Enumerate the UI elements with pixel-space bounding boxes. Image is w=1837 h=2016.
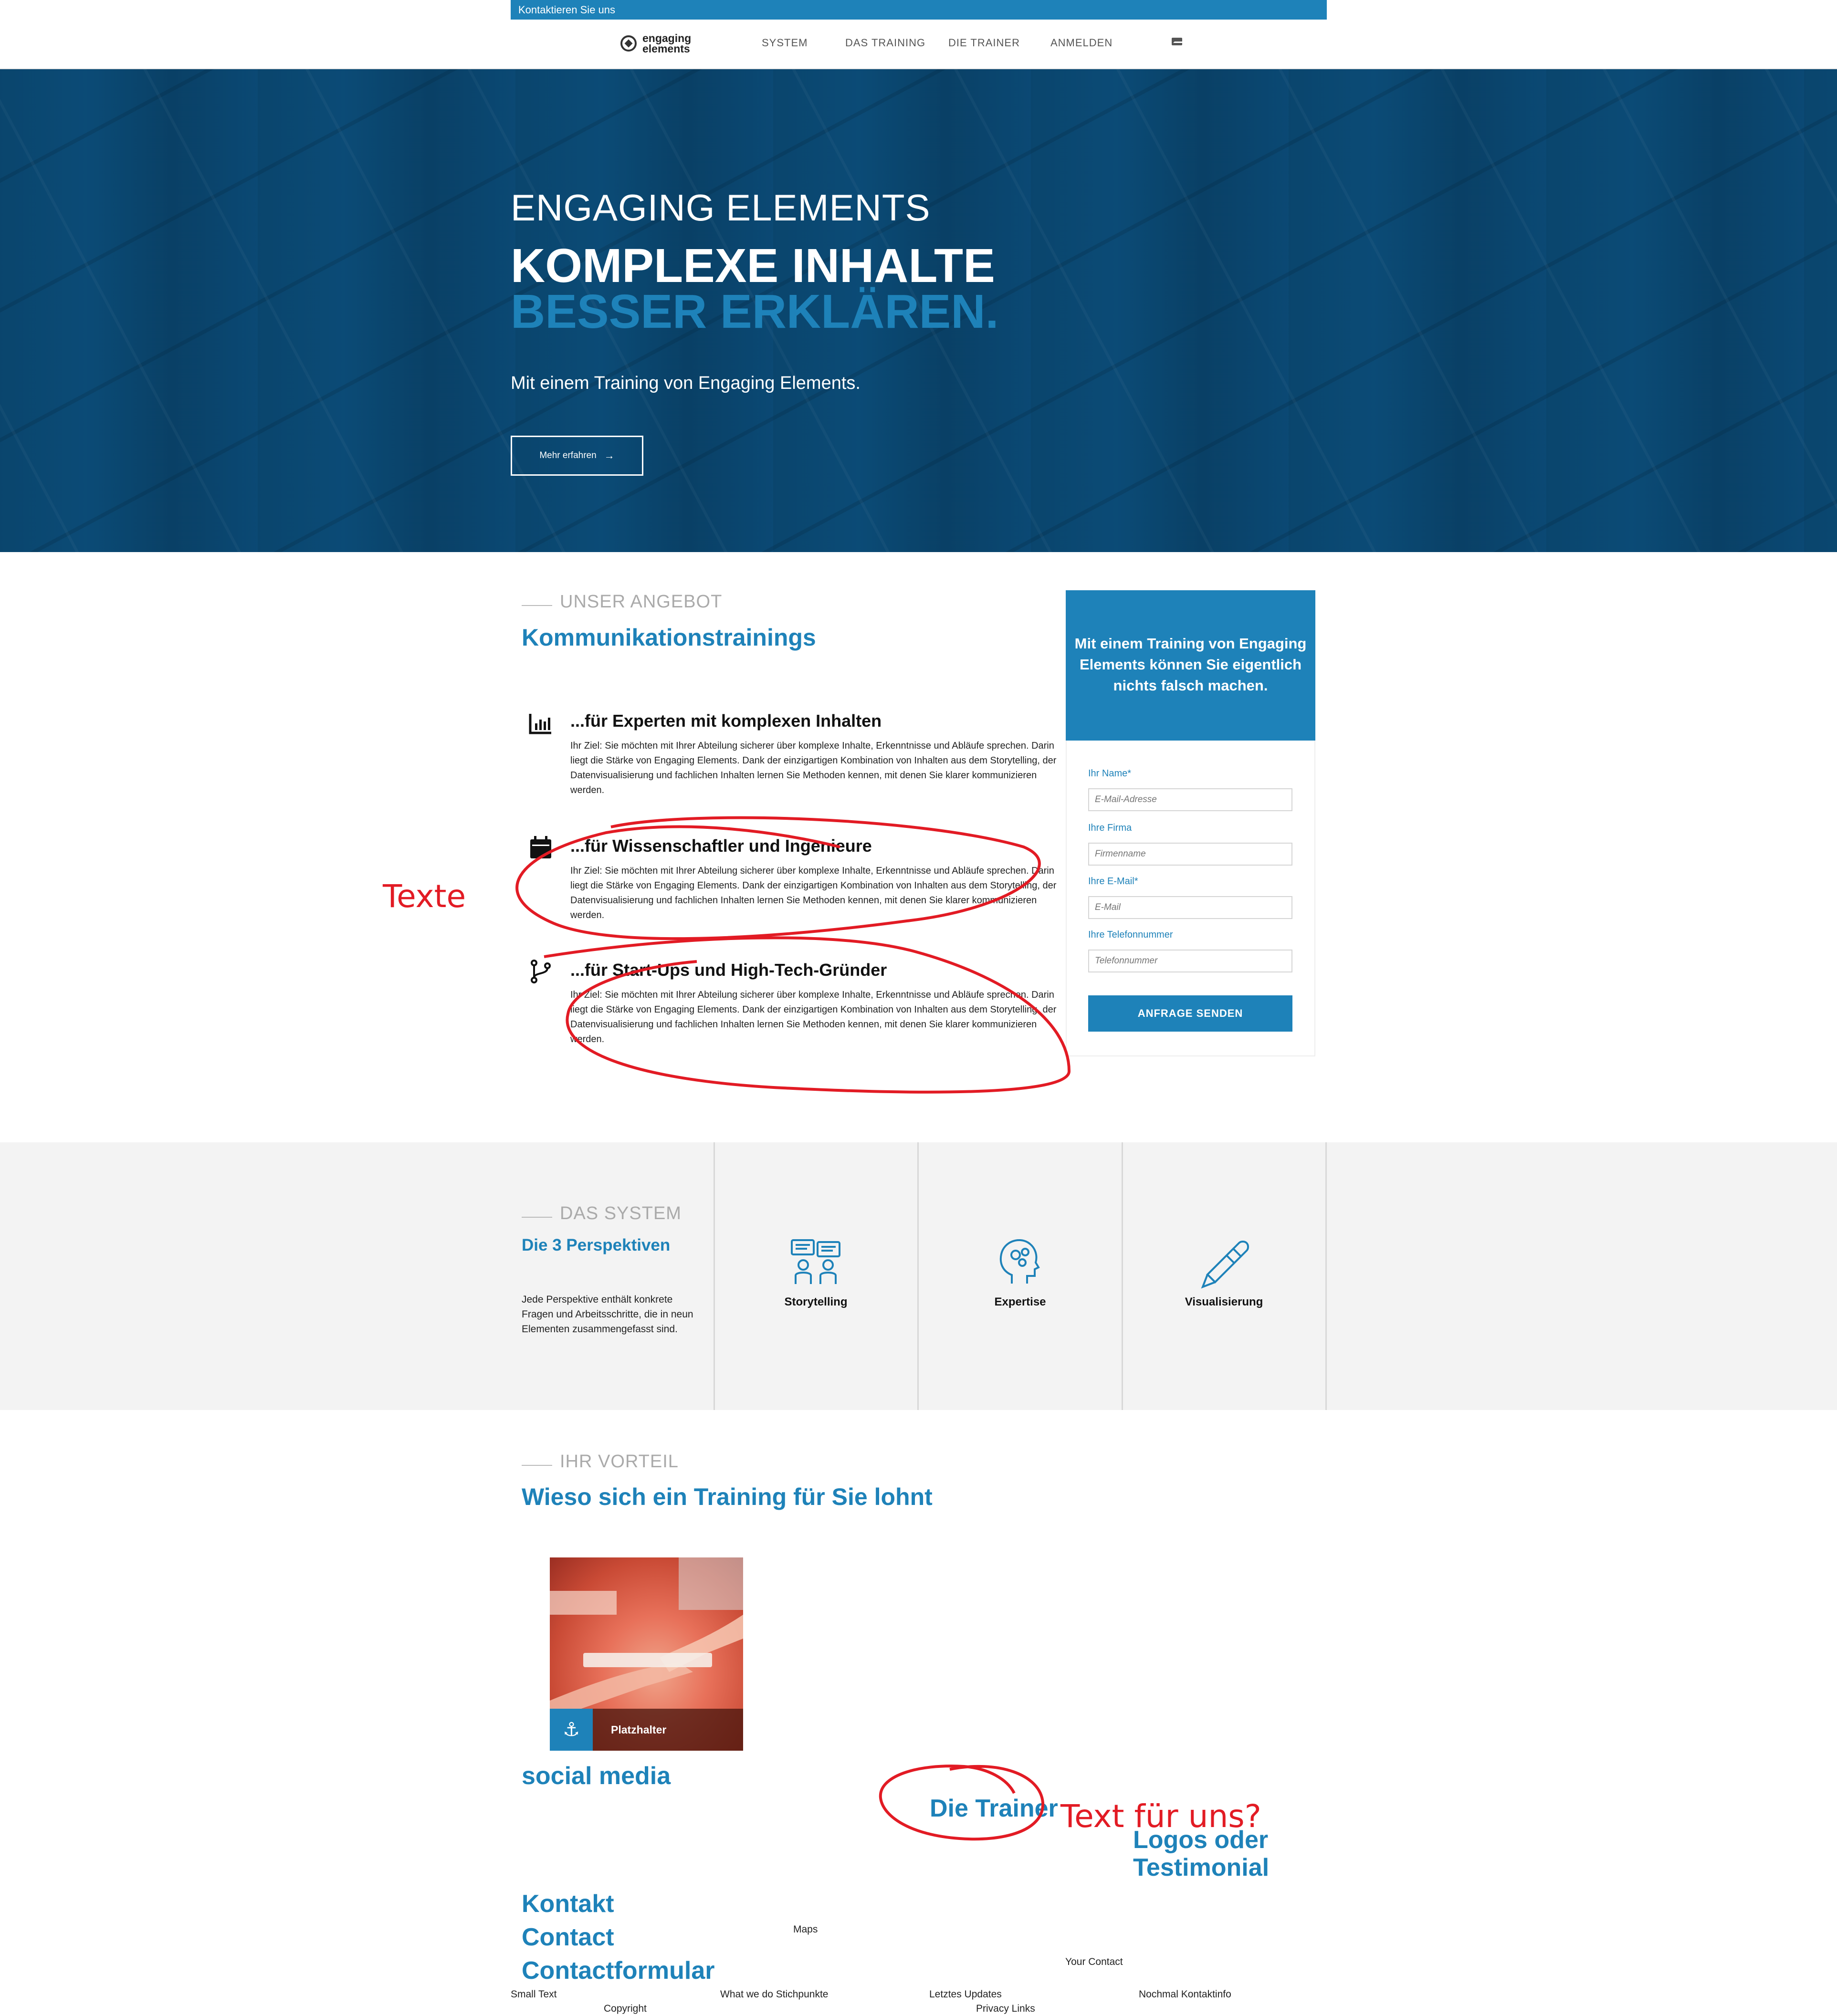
logo-line-2: elements	[642, 42, 690, 55]
hero-eyebrow: ENGAGING ELEMENTS	[511, 187, 931, 229]
system-item-visualisierung: Visualisierung	[1185, 1295, 1263, 1308]
system-section	[0, 1142, 1837, 1410]
feature-text: Ihr Ziel: Sie möchten mit Ihrer Abteilun…	[570, 741, 1057, 795]
system-title: Die 3 Perspektiven	[522, 1236, 671, 1254]
footer-updates: Letztes Updates	[929, 1989, 1002, 2000]
nav-item-trainer[interactable]: DIE TRAINER	[948, 37, 1020, 49]
system-item-storytelling: Storytelling	[784, 1295, 848, 1308]
hero-subtitle: Mit einem Training von Engaging Elements…	[511, 373, 861, 393]
mail-icon[interactable]	[1172, 38, 1184, 45]
annotation-circle	[879, 1765, 1045, 1841]
logo-icon	[620, 35, 637, 52]
head-gears-icon	[999, 1239, 1040, 1284]
social-media-heading: social media	[522, 1762, 671, 1790]
advantage-eyebrow: IHR VORTEIL	[522, 1452, 679, 1472]
logos-heading-line-2: Testimonial	[1133, 1854, 1270, 1881]
footer-copyright: Copyright	[604, 2003, 647, 2014]
system-text: Jede Perspektive enthält konkrete Fragen…	[522, 1294, 693, 1335]
offer-title: Kommunikationstrainings	[522, 624, 816, 651]
hero-title-line-2: BESSER ERKLÄREN.	[511, 285, 999, 338]
nav-item-system[interactable]: SYSTEM	[762, 37, 808, 49]
contactformular-heading: Contactformular	[522, 1957, 715, 1985]
top-contact-bar: Kontaktieren Sie uns	[511, 0, 1327, 20]
logo-line-1: engaging	[642, 32, 692, 44]
company-label: Ihre Firma	[1088, 823, 1132, 833]
system-eyebrow: DAS SYSTEM	[522, 1203, 682, 1224]
footer-contact-info: Nochmal Kontaktinfo	[1139, 1989, 1231, 2000]
form-heading: Mit einem Training von Engaging Elements…	[1066, 590, 1315, 741]
name-input[interactable]	[1088, 788, 1292, 811]
name-label: Ihr Name*	[1088, 768, 1132, 779]
logos-heading-line-1: Logos oder	[1133, 1826, 1269, 1854]
storytelling-icon	[791, 1239, 840, 1284]
image-caption: Platzhalter	[611, 1724, 667, 1736]
kontakt-heading: Kontakt	[522, 1890, 614, 1918]
pen-icon	[1201, 1241, 1249, 1289]
anchor-icon: ⚓	[550, 1709, 593, 1751]
annotation-texte: Texte	[383, 878, 466, 915]
feature-title: ...für Experten mit komplexen Inhalten	[570, 711, 882, 731]
maps-placeholder: Maps	[793, 1924, 818, 1935]
main-navigation: engaging elements SYSTEM DAS TRAINING DI…	[0, 20, 1837, 69]
email-input[interactable]	[1088, 896, 1292, 919]
phone-input[interactable]	[1088, 950, 1292, 972]
annotation-scribble	[515, 816, 1071, 1094]
footer-privacy-links[interactable]: Privacy Links	[976, 2003, 1035, 2015]
your-contact-placeholder: Your Contact	[1065, 1956, 1123, 1967]
hero-button-label: Mehr erfahren	[539, 450, 597, 460]
advantage-title: Wieso sich ein Training für Sie lohnt	[522, 1483, 933, 1510]
nav-item-training[interactable]: DAS TRAINING	[845, 37, 925, 49]
offer-eyebrow: UNSER ANGEBOT	[522, 592, 722, 612]
contact-heading: Contact	[522, 1923, 614, 1951]
hero-more-button[interactable]: Mehr erfahren →	[511, 436, 643, 476]
system-item-expertise: Expertise	[994, 1295, 1046, 1308]
company-input[interactable]	[1088, 843, 1292, 866]
arrow-right-icon: →	[604, 449, 615, 461]
nav-item-anmelden[interactable]: ANMELDEN	[1050, 37, 1113, 49]
email-label: Ihre E-Mail*	[1088, 876, 1138, 887]
footer-what-we-do: What we do Stichpunkte	[720, 1989, 829, 2000]
footer-small-text: Small Text	[511, 1989, 557, 2000]
contact-link[interactable]: Kontaktieren Sie uns	[518, 4, 615, 16]
bar-chart-icon	[528, 711, 553, 738]
phone-label: Ihre Telefonnummer	[1088, 930, 1173, 940]
logo[interactable]: engaging elements	[620, 33, 691, 54]
placeholder-image[interactable]: ⚓ Platzhalter	[550, 1557, 743, 1751]
submit-request-button[interactable]: ANFRAGE SENDEN	[1088, 995, 1292, 1032]
